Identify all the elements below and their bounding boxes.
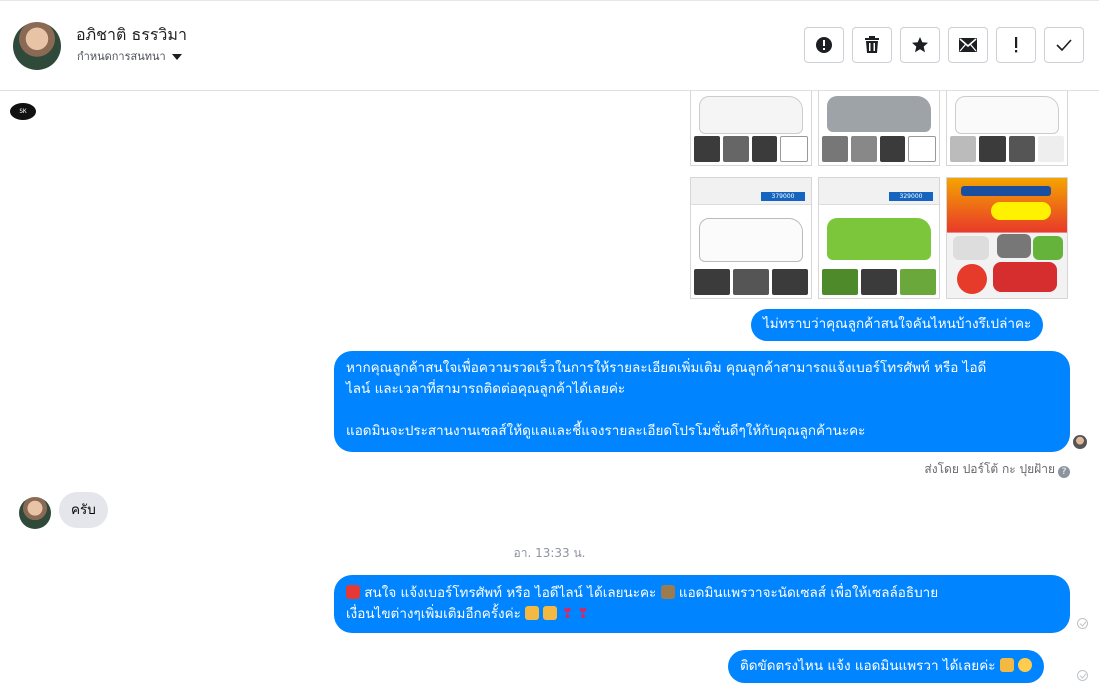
sent-by-label: ส่งโดย ปอร์โต้ กะ ปุยฝ้าย? bbox=[924, 460, 1070, 479]
car-image[interactable]: 329000 bbox=[818, 177, 940, 299]
message-text: ครับ bbox=[71, 502, 96, 518]
schedule-label: กำหนดการสนทนา bbox=[77, 50, 166, 63]
envelope-icon bbox=[959, 38, 977, 52]
header-top-border bbox=[0, 0, 1099, 1]
car-image[interactable] bbox=[946, 177, 1068, 299]
price-tag: 329000 bbox=[889, 192, 933, 201]
car-image[interactable] bbox=[690, 91, 812, 166]
heart-emoji-icon: ❣ bbox=[561, 606, 574, 622]
pray-emoji-icon bbox=[543, 606, 558, 620]
done-button[interactable] bbox=[1044, 27, 1084, 63]
caret-down-icon bbox=[171, 53, 182, 60]
message-thread[interactable]: SK 379000 329000 ไม่ทราบว่าคุณลูกค้าสนใจ… bbox=[0, 91, 1099, 692]
delivered-icon bbox=[1077, 670, 1088, 681]
message-text: สนใจ แจ้งเบอร์โทรศัพท์ หรือ ไอดีไลน์ ได้… bbox=[364, 585, 661, 601]
outgoing-message[interactable]: หากคุณลูกค้าสนใจเพื่อความรวดเร็วในการให้… bbox=[334, 351, 1070, 452]
message-text: แอดมินจะประสานงานเซลส์ให้ดูแลและชี้แจงรา… bbox=[346, 423, 866, 439]
message-text: ไม่ทราบว่าคุณลูกค้าสนใจคันไหนบ้างรึเปล่า… bbox=[763, 316, 1032, 332]
telephone-emoji-icon bbox=[346, 585, 360, 599]
star-button[interactable] bbox=[900, 27, 940, 63]
seen-avatar bbox=[1073, 435, 1087, 449]
message-text: ติดขัดตรงไหน แจ้ง แอดมินแพรวา ได้เลยค่ะ bbox=[740, 658, 996, 674]
smiling-hearts-emoji-icon bbox=[1018, 658, 1033, 672]
exclamation-icon bbox=[1015, 37, 1018, 53]
outgoing-message[interactable]: สนใจ แจ้งเบอร์โทรศัพท์ หรือ ไอดีไลน์ ได้… bbox=[334, 575, 1070, 633]
delete-button[interactable] bbox=[852, 27, 892, 63]
trash-icon bbox=[865, 36, 879, 53]
mail-button[interactable] bbox=[948, 27, 988, 63]
pray-emoji-icon bbox=[999, 658, 1014, 672]
outgoing-message[interactable]: ไม่ทราบว่าคุณลูกค้าสนใจคันไหนบ้างรึเปล่า… bbox=[751, 309, 1044, 341]
contact-avatar[interactable] bbox=[13, 22, 61, 70]
people-emoji-icon bbox=[660, 585, 675, 599]
car-image[interactable] bbox=[818, 91, 940, 166]
alert-circle-icon bbox=[816, 37, 832, 53]
report-button[interactable] bbox=[804, 27, 844, 63]
page-logo: SK bbox=[10, 103, 36, 120]
incoming-message[interactable]: ครับ bbox=[59, 492, 108, 528]
car-image[interactable]: 379000 bbox=[690, 177, 812, 299]
star-icon bbox=[912, 37, 928, 53]
conversation-header: อภิชาติ ธรรวิมา กำหนดการสนทนา bbox=[0, 0, 1099, 91]
message-text: ไลน์ และเวลาที่สามารถติดต่อคุณลูกค้าได้เ… bbox=[346, 381, 626, 397]
spam-button[interactable] bbox=[996, 27, 1036, 63]
message-text: แอดมินแพรวาจะนัดเซลส์ เพื่อให้เซลล์อธิบา… bbox=[678, 585, 939, 601]
heart-emoji-icon: ❣ bbox=[577, 606, 589, 622]
outgoing-message[interactable]: ติดขัดตรงไหน แจ้ง แอดมินแพรวา ได้เลยค่ะ bbox=[728, 650, 1045, 683]
contact-name[interactable]: อภิชาติ ธรรวิมา bbox=[76, 23, 187, 48]
conversation-schedule-dropdown[interactable]: กำหนดการสนทนา bbox=[77, 47, 182, 65]
price-tag: 379000 bbox=[761, 192, 805, 201]
message-text: หากคุณลูกค้าสนใจเพื่อความรวดเร็วในการให้… bbox=[346, 360, 987, 376]
timestamp-divider: อา. 13:33 น. bbox=[513, 546, 586, 560]
message-text: เงื่อนไขต่างๆเพิ่มเติมอีกครั้งค่ะ bbox=[346, 606, 521, 622]
car-image[interactable] bbox=[946, 91, 1068, 166]
info-icon[interactable]: ? bbox=[1058, 466, 1070, 478]
delivered-icon bbox=[1077, 618, 1088, 629]
checkmark-icon bbox=[1056, 39, 1072, 51]
pray-emoji-icon bbox=[525, 606, 540, 620]
contact-avatar-small[interactable] bbox=[19, 497, 51, 529]
